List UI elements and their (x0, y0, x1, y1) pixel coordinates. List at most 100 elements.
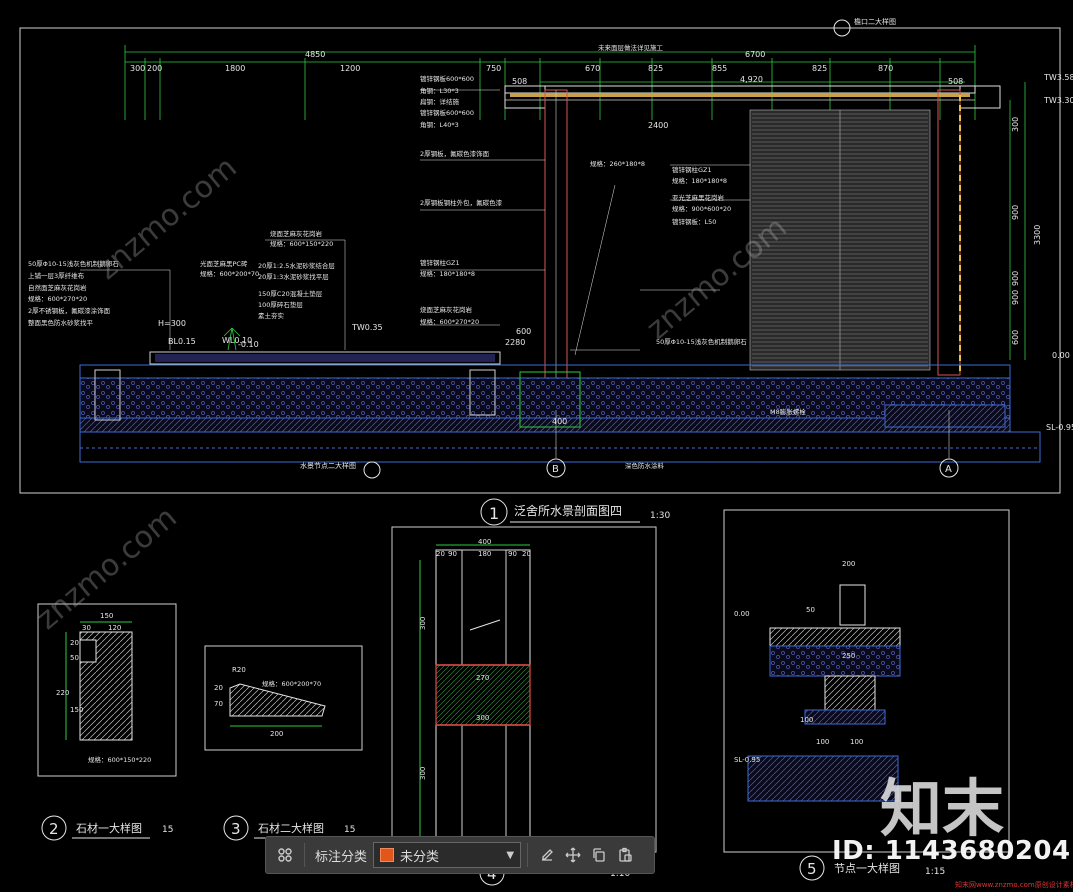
detail-2: 150 30 120 20 50 220 150 规格：600*150*220 … (37, 603, 177, 841)
watermark-credit: 知末网www.znzmo.com原创设计素材网 (955, 881, 1073, 889)
dim-top-10: 870 (878, 64, 893, 73)
main-number: 1 (489, 504, 499, 523)
dim-top-8: 855 (712, 64, 727, 73)
detail-4: 400 20 90 180 90 20 300 300 270 300 4 1:… (391, 526, 657, 886)
annotation-category-label: 标注分类 (315, 849, 368, 865)
level-bl015: BL0.15 (168, 337, 196, 346)
ann-mid-4: 20厚1:2.5水泥砂浆结合层 (258, 261, 335, 270)
d3-dim-0: R20 (232, 666, 246, 674)
ann-left-1: 上铺一层3厚纤维布 (28, 271, 85, 280)
grid-icon[interactable] (272, 842, 298, 868)
dim-right-0: 300 (1011, 117, 1020, 132)
dim-2280: 2280 (505, 338, 525, 347)
d5-dim-5: 100 (850, 738, 863, 746)
d4-dim-2: 90 (448, 550, 457, 558)
ann-c-1: 角钢：L30*3 (420, 86, 459, 95)
ann-r-1: 规格：180*180*8 (672, 176, 727, 185)
callout-top: 檐口二大样图 (833, 17, 896, 37)
caret-down-icon: ▼ (506, 849, 515, 861)
h300-label: H=300 (158, 319, 186, 328)
ann-c-5: 2厚钢板，氟碳色漆饰面 (420, 149, 490, 158)
ann-mid-6: 150厚C20混凝土垫层 (258, 289, 323, 298)
d2-title: 石材一大样图 (76, 821, 142, 835)
ann-c-8: 镀锌钢柱GZ1 (420, 258, 460, 267)
dim-3300: 3300 (1033, 225, 1042, 245)
callout-bottom-label: 水景节点二大样图 (300, 461, 356, 470)
dim-top-2: 1800 (225, 64, 245, 73)
ann-c-10: 烧面芝麻灰花岗岩 (420, 305, 473, 314)
d3-dim-3: 200 (270, 730, 283, 738)
ann-r-0: 镀锌钢柱GZ1 (672, 165, 712, 174)
ann-c-0: 镀锌钢板600*600 (420, 74, 474, 83)
dim-top-5: 508 (512, 77, 527, 86)
d2-dim-0: 150 (100, 612, 113, 620)
ann-left-3: 规格：600*270*20 (28, 294, 87, 303)
level-wl-mark: -0.10 (238, 340, 259, 349)
paste-icon[interactable] (612, 842, 638, 868)
dim-right-2: 900 (1011, 271, 1020, 286)
main-title: 泛舍所水景剖面图四 (514, 503, 622, 518)
d2-dim-6: 150 (70, 706, 83, 714)
ann-c-4: 角钢：L40*3 (420, 120, 459, 129)
d3-scale: 15 (344, 825, 355, 835)
axis-a-label: A (945, 464, 952, 475)
ann-left-5: 整面黑色防水砂浆找平 (28, 318, 94, 327)
dim-top-6: 670 (585, 64, 600, 73)
toolbar-divider-2 (527, 843, 529, 867)
d3-title: 石材二大样图 (258, 821, 324, 835)
dim-2400: 2400 (648, 121, 668, 130)
ann-r-7: 深色防水涂料 (625, 461, 665, 470)
d5-number: 5 (807, 860, 817, 878)
annotations-mid: 烧面芝麻灰花岗岩 规格：600*150*220 光面芝麻黑PC砖 规格：600*… (200, 229, 335, 320)
d3-number: 3 (231, 820, 241, 838)
overall-right: 6700 (745, 50, 765, 59)
ann-r-2: 亚光芝麻黑花岗岩 (672, 193, 725, 202)
dim-4920: 4,920 (740, 75, 763, 84)
top-dimension-chain (124, 45, 976, 120)
move-icon[interactable] (560, 842, 586, 868)
ann-mid-2: 光面芝麻黑PC砖 (200, 259, 248, 268)
d4-dim-9: 300 (476, 714, 489, 722)
dim-top-1: 200 (147, 64, 162, 73)
level-sl095: SL-0.95 (1046, 423, 1073, 432)
level-tw358: TW3.58 (1043, 73, 1073, 82)
dim-right-4: 600 (1011, 330, 1020, 345)
dim-600-mid: 600 (516, 327, 531, 336)
ann-c-2: 扁钢：详结施 (420, 97, 460, 106)
dim-top-9: 825 (812, 64, 827, 73)
d5-dim-1: 50 (806, 606, 815, 614)
ann-r-4: 镀锌钢板：L50 (672, 217, 716, 226)
d5-level-1: SL-0.95 (734, 756, 760, 764)
ann-mid-1: 规格：600*150*220 (270, 239, 333, 248)
category-select[interactable]: 未分类 ▼ (373, 842, 522, 868)
d3-note: 规格：600*200*70 (262, 679, 321, 688)
toolbar-divider (304, 843, 305, 867)
d4-dim-3: 180 (478, 550, 491, 558)
d2-dim-5: 220 (56, 689, 69, 697)
ann-left-4: 2厚不锈钢板，氟碳漆涂饰面 (28, 306, 111, 315)
dim-right-3: 900 (1011, 290, 1020, 305)
ann-c-11: 规格：600*270*20 (420, 317, 479, 326)
d3-dim-1: 20 (214, 684, 223, 692)
overall-left: 4850 (305, 50, 325, 59)
dim-top-3: 1200 (340, 64, 360, 73)
d4-dim-7: 300 (419, 767, 427, 780)
ann-c-7: 2厚钢板钢柱外包，氟碳色漆 (420, 198, 503, 207)
dim-right-1: 900 (1011, 205, 1020, 220)
ann-left-2: 自然面芝麻灰花岗岩 (28, 283, 87, 292)
ann-mid-0: 烧面芝麻灰花岗岩 (270, 229, 323, 238)
axis-b-label: B (552, 464, 559, 475)
main-title-block: 1 泛舍所水景剖面图四 1:30 (480, 498, 670, 526)
dim-top-4: 750 (486, 64, 501, 73)
d3-dim-2: 70 (214, 700, 223, 708)
copy-icon[interactable] (586, 842, 612, 868)
d5-level-0: 0.00 (734, 610, 750, 618)
d2-note: 规格：600*150*220 (88, 755, 151, 764)
edit-icon[interactable] (534, 842, 560, 868)
category-color-swatch (380, 848, 395, 862)
right-dimension-text: 300 900 900 900 600 3300 (1011, 117, 1042, 345)
d4-dim-6: 300 (419, 617, 427, 630)
ann-c-3: 镀锌钢板600*600 (420, 108, 474, 117)
ann-r-3: 规格：900*600*20 (672, 204, 731, 213)
dim-top-7: 825 (648, 64, 663, 73)
